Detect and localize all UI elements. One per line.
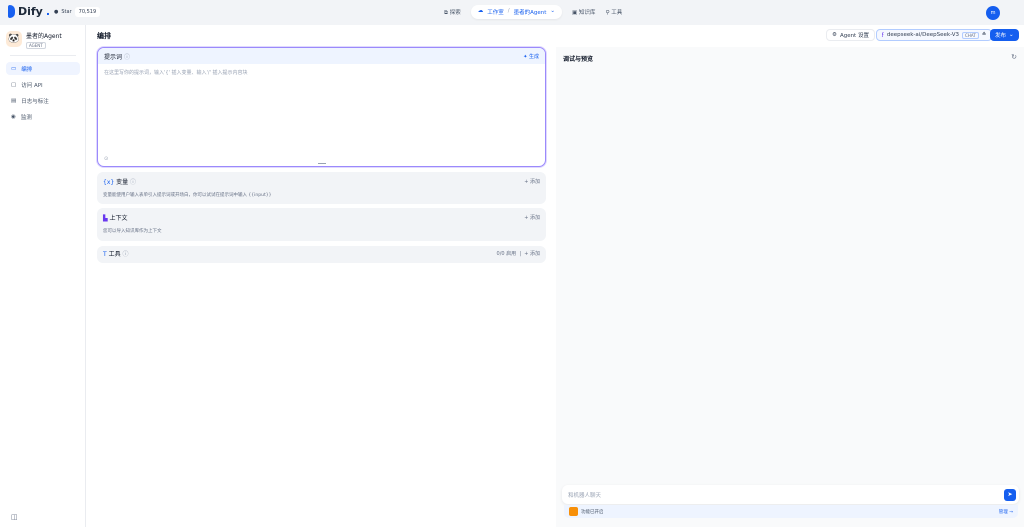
add-tool-button[interactable]: + 添加 xyxy=(524,251,540,257)
sidebar-item-label: 日志与标注 xyxy=(21,98,49,105)
model-selector[interactable]: ʄ deepseek-ai/DeepSeek-V3 CHAT ≛ xyxy=(876,29,993,41)
model-name: deepseek-ai/DeepSeek-V3 xyxy=(886,32,960,38)
publish-label: 发布 xyxy=(995,33,1007,39)
add-variable-button[interactable]: + 添加 xyxy=(524,178,540,185)
context-title: 上下文 xyxy=(109,215,128,222)
user-avatar[interactable]: m xyxy=(986,6,1000,20)
sliders-icon: ≛ xyxy=(981,32,987,38)
nav-knowledge-label: 知识库 xyxy=(578,10,596,16)
help-icon: ⓘ xyxy=(130,179,137,186)
app-icon: 🐼 xyxy=(6,31,22,47)
prompt-input[interactable]: 在这里写你的提示词，输入'{' 插入变量、输入'/' 插入提示内容块 xyxy=(98,64,545,156)
layout-icon: ▭ xyxy=(11,65,17,72)
top-bar: Dify. ● Star 70,519 ⧉ 探索 ☁ 工作室 / 墨者的Agent ⌄ ▣ … xyxy=(0,0,1024,25)
add-context-button[interactable]: + 添加 xyxy=(524,214,540,221)
variables-card: {x} 变量 ⓘ + 添加 变量能使用户输入表单引入提示词或开场白，你可以试试在提… xyxy=(97,172,546,204)
generate-button[interactable]: ✦ 生成 xyxy=(523,53,539,60)
sidebar-item-logs[interactable]: ▤ 日志与标注 xyxy=(6,94,80,107)
gear-icon: ⚙ xyxy=(832,32,837,38)
page-title: 编排 xyxy=(97,32,111,40)
model-provider-icon: ʄ xyxy=(882,32,884,38)
help-icon: ⓘ xyxy=(123,53,130,61)
sidebar: 🐼 墨者的Agent AGENT ▭ 编排 ▢ 访问 API ▤ 日志与标注 ◉ 监测 ◫ xyxy=(0,25,86,527)
chevron-down-icon: ⌄ xyxy=(550,8,555,14)
api-icon: ▢ xyxy=(11,81,17,88)
variable-icon: {x} xyxy=(103,179,115,186)
tool-icon: T xyxy=(103,251,107,258)
logs-icon: ▤ xyxy=(11,97,17,104)
document-icon: ▙ xyxy=(103,215,108,222)
sidebar-item-monitor[interactable]: ◉ 监测 xyxy=(6,110,80,123)
nav-knowledge[interactable]: ▣ 知识库 xyxy=(572,8,595,16)
nav-studio-label: 工作室 xyxy=(487,10,504,16)
help-icon: ⓘ xyxy=(122,251,129,258)
nav-explore-label: 探索 xyxy=(449,9,461,16)
chat-input[interactable]: 和机器人聊天 ➤ xyxy=(562,485,1019,504)
app-info[interactable]: 🐼 墨者的Agent AGENT xyxy=(6,31,62,49)
tools-card: T 工具 ⓘ 0/0 启用 | + 添加 xyxy=(97,246,546,263)
monitor-icon: ◉ xyxy=(11,113,16,120)
sidebar-item-label: 监测 xyxy=(20,114,32,121)
add-label: 添加 xyxy=(529,215,540,221)
app-type-badge: AGENT xyxy=(26,42,46,49)
tools-title: 工具 xyxy=(108,251,121,258)
agent-settings-label: Agent 设置 xyxy=(839,33,869,39)
collapse-sidebar-icon[interactable]: ◫ xyxy=(11,513,18,521)
main-panel: 编排 ⚙ Agent 设置 ʄ deepseek-ai/DeepSeek-V3 CHA… xyxy=(86,25,1024,527)
logo-text: Dify xyxy=(18,5,43,18)
divider xyxy=(10,55,76,56)
nav-explore[interactable]: ⧉ 探索 xyxy=(444,8,461,17)
sidebar-item-orchestrate[interactable]: ▭ 编排 xyxy=(6,62,80,75)
send-button[interactable]: ➤ xyxy=(1004,488,1016,501)
sidebar-item-api[interactable]: ▢ 访问 API xyxy=(6,78,80,91)
context-card: ▙ 上下文 + 添加 您可以导入知识库作为上下文 xyxy=(97,208,546,241)
variables-description: 变量能使用户输入表单引入提示词或开场白，你可以试试在提示词中输入 {{input… xyxy=(103,193,272,198)
avatar-initials: m xyxy=(990,10,996,16)
main-nav: ⧉ 探索 ☁ 工作室 / 墨者的Agent ⌄ ▣ 知识库 ⚲ 工具 xyxy=(444,5,622,19)
dify-logo[interactable]: Dify. xyxy=(8,5,50,18)
star-count: 70,519 xyxy=(74,7,101,17)
publish-button[interactable]: 发布 ⌄ xyxy=(990,29,1019,41)
resize-handle[interactable] xyxy=(318,163,326,164)
variables-title: 变量 xyxy=(116,179,129,186)
star-label: Star xyxy=(61,9,72,15)
features-label: 功能已开启 xyxy=(581,509,604,515)
features-icon xyxy=(569,507,578,516)
context-description: 您可以导入知识库作为上下文 xyxy=(103,229,162,234)
sidebar-item-label: 访问 API xyxy=(21,82,43,89)
features-bar: 功能已开启 管理 → xyxy=(564,505,1018,518)
prompt-title: 提示词 xyxy=(104,53,123,61)
app-name: 墨者的Agent xyxy=(26,33,62,40)
debug-preview-panel: 调试与预览 ↻ xyxy=(556,47,1024,527)
generate-label: 生成 xyxy=(528,53,539,60)
prompt-editor: 提示词 ⓘ ✦ 生成 在这里写你的提示词，输入'{' 插入变量、输入'/' 插入提… xyxy=(97,47,546,167)
nav-tools-label: 工具 xyxy=(611,10,623,16)
add-label: 添加 xyxy=(529,251,540,257)
model-tag: CHAT xyxy=(962,31,979,39)
nav-studio[interactable]: ☁ 工作室 / 墨者的Agent ⌄ xyxy=(470,5,562,19)
refresh-icon[interactable]: ↻ xyxy=(1011,53,1017,61)
github-icon: ● xyxy=(54,9,59,15)
logo-dot: . xyxy=(45,5,51,18)
manage-features-button[interactable]: 管理 → xyxy=(999,509,1013,515)
nav-tools[interactable]: ⚲ 工具 xyxy=(605,8,622,16)
tools-enabled-count: 0/0 启用 xyxy=(496,251,517,257)
prompt-var-icon: ⊙ xyxy=(104,156,109,162)
chat-placeholder: 和机器人聊天 xyxy=(568,492,602,499)
app-switcher[interactable]: 墨者的Agent xyxy=(514,8,547,16)
agent-settings-button[interactable]: ⚙ Agent 设置 xyxy=(826,29,875,41)
sidebar-item-label: 编排 xyxy=(21,66,33,73)
chevron-down-icon: ⌄ xyxy=(1009,32,1014,38)
studio-icon: ☁ xyxy=(477,8,484,14)
add-label: 添加 xyxy=(529,179,540,185)
github-star-button[interactable]: ● Star 70,519 xyxy=(54,7,101,17)
manage-label: 管理 xyxy=(998,509,1008,515)
preview-title: 调试与预览 xyxy=(563,56,594,63)
